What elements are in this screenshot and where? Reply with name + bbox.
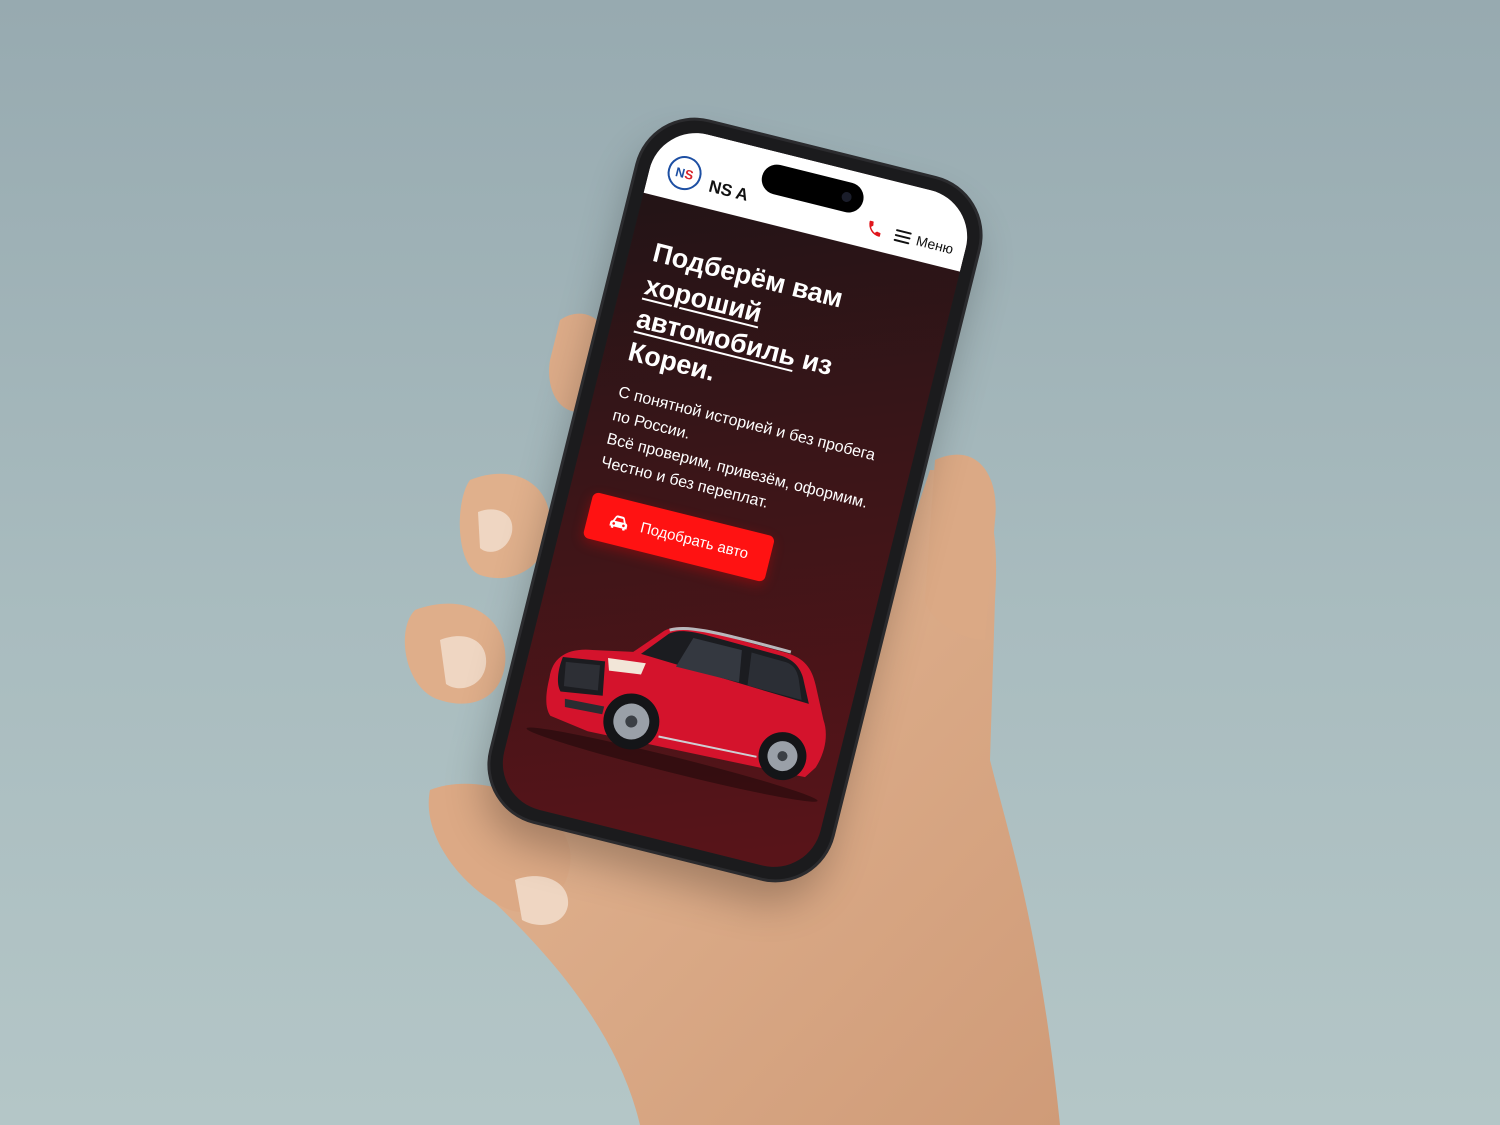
- suv-image: [526, 626, 826, 802]
- brand-name[interactable]: NS Auto: [707, 177, 750, 206]
- hamburger-icon: [893, 229, 913, 245]
- menu-button[interactable]: Меню: [893, 227, 955, 257]
- phone-icon[interactable]: [864, 218, 886, 240]
- menu-label: Меню: [914, 232, 956, 258]
- camera-lens: [840, 190, 853, 204]
- car-icon: [609, 514, 628, 531]
- hero-section: Подберём вам хороший автомобиль из Кореи…: [582, 235, 933, 605]
- logo-letter-s: S: [683, 165, 696, 183]
- ns-logo[interactable]: NS: [663, 152, 706, 194]
- cta-label: Подобрать авто: [638, 519, 751, 563]
